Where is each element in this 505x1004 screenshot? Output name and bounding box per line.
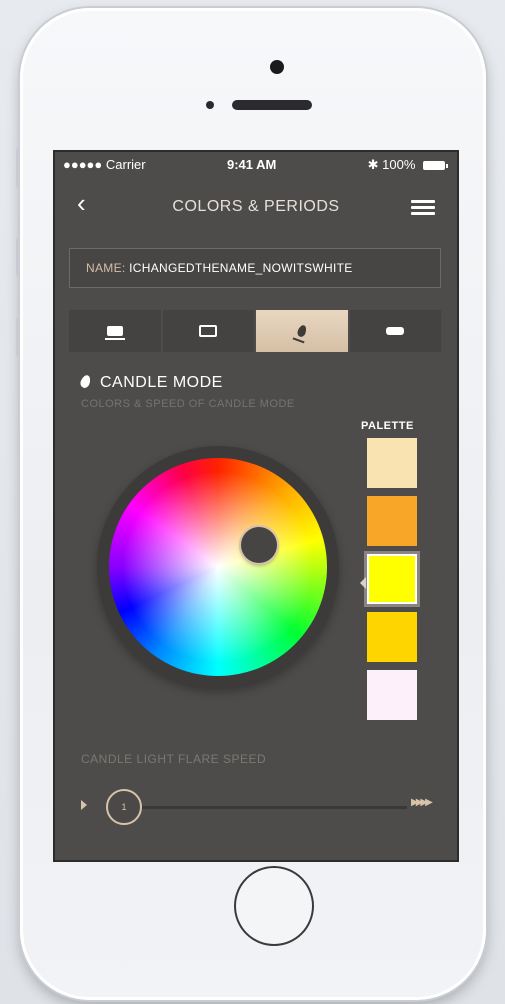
mode-tabs — [69, 310, 441, 352]
section-title: CANDLE MODE — [79, 373, 223, 392]
tab-candle[interactable] — [256, 310, 348, 352]
page-title: COLORS & PERIODS — [172, 198, 340, 215]
selected-swatch-pointer — [360, 577, 366, 589]
volume-up-button — [16, 238, 20, 276]
battery-indicator: ✱ 100% — [367, 157, 448, 173]
cup-icon — [104, 326, 125, 340]
status-bar: ●●●●● Carrier 9:41 AM ✱ 100% — [55, 152, 457, 176]
color-wheel[interactable] — [109, 458, 327, 676]
hamburger-icon[interactable] — [411, 200, 435, 216]
speed-slider-track[interactable] — [125, 806, 407, 809]
flame-icon — [79, 373, 92, 390]
palette-label: PALETTE — [361, 420, 414, 432]
tab-frame[interactable] — [162, 310, 254, 352]
battery-icon — [423, 161, 448, 171]
name-label: NAME: — [86, 261, 130, 275]
navigation-bar: ‹ COLORS & PERIODS — [55, 182, 457, 226]
section-title-text: CANDLE MODE — [100, 374, 223, 391]
sensor-dot — [206, 101, 214, 109]
front-camera — [270, 60, 284, 74]
palette-swatch[interactable] — [367, 612, 417, 662]
palette-swatch[interactable] — [367, 670, 417, 720]
tab-bar[interactable] — [349, 310, 441, 352]
palette-swatch[interactable] — [367, 438, 417, 488]
name-value: ICHANGEDTHENAME_NOWITSWHITE — [129, 261, 353, 275]
app-screen: ●●●●● Carrier 9:41 AM ✱ 100% ‹ COLORS & … — [53, 150, 459, 862]
frame-icon — [199, 325, 218, 337]
palette-swatch[interactable] — [367, 496, 417, 546]
bar-icon — [386, 327, 405, 335]
carrier-label: ●●●●● Carrier — [63, 157, 146, 172]
tab-cup[interactable] — [69, 310, 161, 352]
speed-label: CANDLE LIGHT FLARE SPEED — [81, 752, 267, 766]
battery-percent: 100% — [382, 157, 416, 172]
home-button[interactable] — [234, 866, 314, 946]
speed-slider-thumb[interactable]: 1 — [106, 789, 142, 825]
color-picker-knob[interactable] — [241, 527, 277, 563]
earpiece-speaker — [232, 100, 312, 110]
section-subtitle: COLORS & SPEED OF CANDLE MODE — [81, 398, 295, 410]
clock: 9:41 AM — [227, 157, 277, 172]
flame-icon — [295, 323, 308, 339]
volume-down-button — [16, 318, 20, 356]
play-icon — [81, 800, 87, 810]
bluetooth-icon: ✱ — [367, 157, 379, 172]
fast-forward-icon: ▶▶▶▶ — [411, 797, 433, 808]
name-field[interactable]: NAME: ICHANGEDTHENAME_NOWITSWHITE — [69, 248, 441, 288]
palette-swatch[interactable] — [367, 554, 417, 604]
mute-switch — [16, 148, 20, 188]
